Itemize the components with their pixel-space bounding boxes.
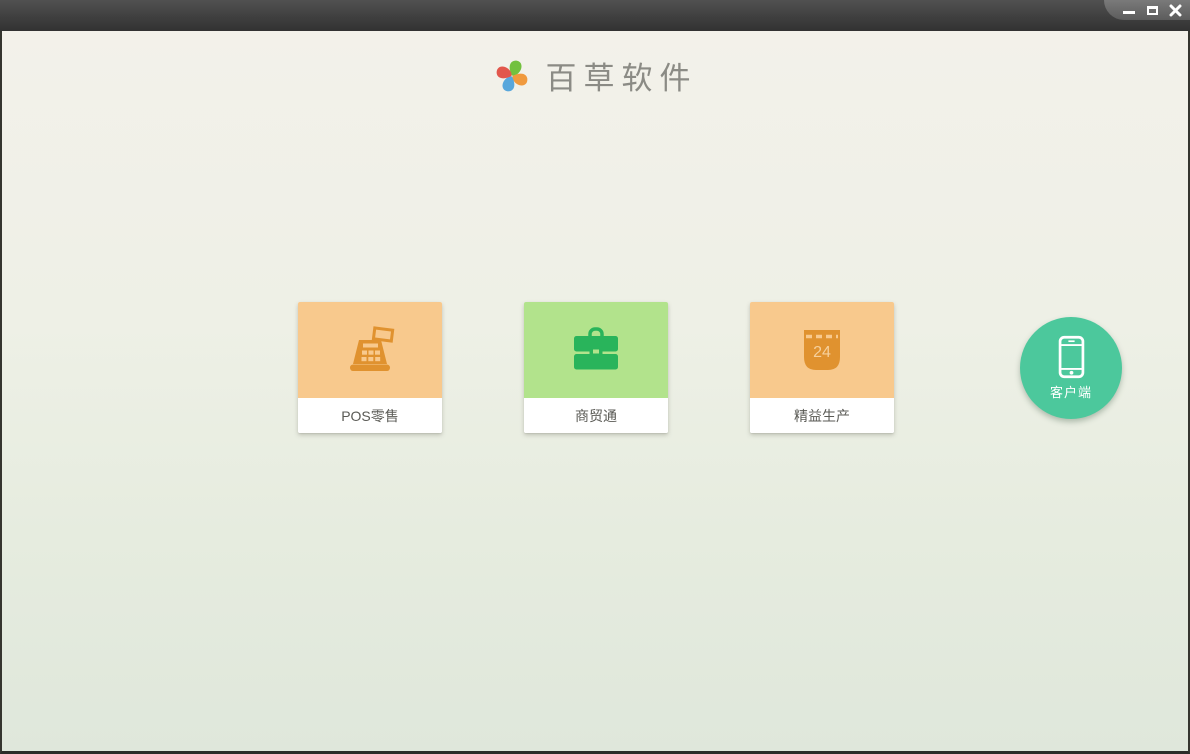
cash-register-icon — [350, 326, 395, 371]
product-label: POS零售 — [298, 398, 442, 433]
client-button-label: 客户端 — [1049, 385, 1092, 400]
product-label: 精益生产 — [750, 398, 894, 433]
title-bar[interactable] — [0, 0, 1190, 31]
product-label: 商贸通 — [524, 398, 668, 433]
product-card-pos[interactable]: POS零售 — [298, 302, 442, 433]
card-icon-area: 24 — [750, 302, 894, 398]
pinwheel-logo-icon — [496, 60, 527, 91]
close-button[interactable] — [1168, 3, 1182, 17]
minimize-icon — [1123, 10, 1135, 14]
calendar-icon: 24 — [804, 330, 840, 370]
app-window: 百草软件 POS零售 商贸通 24 精益生产 客户端 — [0, 0, 1190, 754]
minimize-button[interactable] — [1122, 3, 1136, 17]
close-icon — [1169, 4, 1181, 16]
maximize-button[interactable] — [1145, 3, 1159, 17]
product-card-lean[interactable]: 24 精益生产 — [750, 302, 894, 433]
brand-header: 百草软件 — [2, 53, 1188, 98]
product-card-trade[interactable]: 商贸通 — [524, 302, 668, 433]
window-controls — [1122, 2, 1182, 18]
product-cards: POS零售 商贸通 24 精益生产 — [298, 302, 894, 433]
card-icon-area — [298, 302, 442, 398]
client-button[interactable]: 客户端 — [1020, 317, 1122, 419]
app-title: 百草软件 — [545, 61, 698, 97]
maximize-icon — [1146, 5, 1158, 15]
main-content: 百草软件 POS零售 商贸通 24 精益生产 客户端 — [0, 31, 1190, 754]
smartphone-icon — [1058, 335, 1084, 379]
calendar-day-number: 24 — [813, 344, 831, 361]
card-icon-area — [524, 302, 668, 398]
briefcase-icon — [574, 327, 618, 370]
